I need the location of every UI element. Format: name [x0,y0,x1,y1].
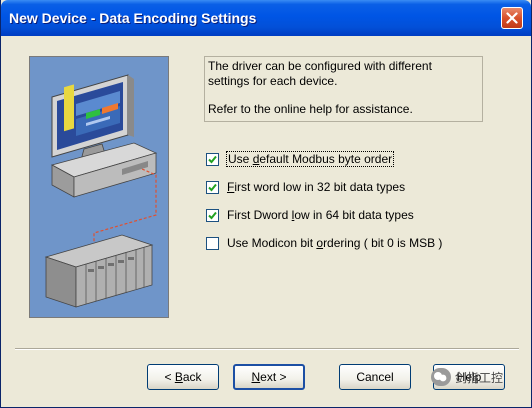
checkbox[interactable] [206,152,219,166]
checkmark-icon [208,183,217,191]
option-default-byte-order[interactable]: Use default Modbus byte order [206,150,395,168]
info-line: The driver can be configured with differ… [208,59,432,73]
dialog-window: New Device - Data Encoding Settings The … [0,0,532,408]
watermark-text: 剑指工控 [455,370,504,385]
separator [15,348,519,350]
option-label: First Dword low in 64 bit data types [227,208,414,222]
info-help-line: Refer to the online help for assistance. [208,102,413,116]
window-title: New Device - Data Encoding Settings [9,10,257,26]
option-first-word-low[interactable]: First word low in 32 bit data types [206,178,405,196]
title-bar[interactable]: New Device - Data Encoding Settings [1,0,531,36]
watermark: 剑指工控 [431,366,503,388]
option-modicon-bit-ordering[interactable]: Use Modicon bit ordering ( bit 0 is MSB … [206,234,442,252]
info-line: settings for each device. [208,74,338,88]
back-button[interactable]: < Back [147,364,219,390]
cancel-button[interactable]: Cancel [339,364,411,390]
wechat-icon [431,368,451,386]
checkbox[interactable] [206,236,219,250]
option-label: First word low in 32 bit data types [227,180,406,194]
wizard-illustration [29,56,169,318]
checkbox[interactable] [206,208,219,222]
checkbox[interactable] [206,180,219,194]
option-first-dword-low[interactable]: First Dword low in 64 bit data types [206,206,414,224]
next-button[interactable]: Next > [233,364,305,390]
checkmark-icon [208,155,217,163]
option-label: Use Modicon bit ordering ( bit 0 is MSB … [227,236,443,250]
option-label: Use default Modbus byte order [225,151,395,167]
info-text-box: The driver can be configured with differ… [204,56,483,122]
close-icon [506,12,518,24]
close-button[interactable] [501,7,523,29]
computer-plc-illustration [30,57,168,317]
checkmark-icon [208,211,217,219]
